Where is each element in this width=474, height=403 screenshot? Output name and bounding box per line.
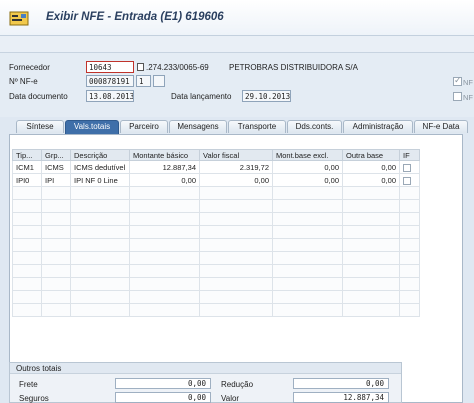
fornecedor-field[interactable]: 10643 <box>86 61 134 73</box>
nf-checkbox-2[interactable] <box>453 92 462 101</box>
if-checkbox[interactable] <box>403 176 411 185</box>
cell-outra-base: 0,00 <box>342 160 400 174</box>
empty-row <box>12 277 420 291</box>
valor-label: Valor <box>221 394 240 403</box>
nfe-label: Nº NF-e <box>9 77 38 86</box>
document-header: Fornecedor 10643 .274.233/0065-69 PETROB… <box>0 53 474 117</box>
window-title: Exibir NFE - Entrada (E1) 619606 <box>46 11 224 23</box>
col-header-montante-basico[interactable]: Montante básico <box>129 149 200 161</box>
nf-checkbox-1[interactable] <box>453 75 462 86</box>
empty-row <box>12 199 420 213</box>
col-header-tipo[interactable]: Tip... <box>12 149 42 161</box>
outros-totais-title: Outros totais <box>10 363 401 374</box>
empty-row <box>12 251 420 265</box>
col-header-if[interactable]: IF <box>399 149 420 161</box>
tab-parceiro[interactable]: Parceiro <box>120 120 168 133</box>
toolbar <box>0 36 474 53</box>
col-header-outra-base[interactable]: Outra base <box>342 149 400 161</box>
cell-descricao: IPI NF 0 Line <box>70 173 130 187</box>
cell-if <box>399 173 420 187</box>
cell-montante-basico: 0,00 <box>129 173 200 187</box>
data-documento-field[interactable]: 13.08.2013 <box>86 90 134 102</box>
cell-mont-base-excl: 0,00 <box>272 173 343 187</box>
cell-tipo: ICM1 <box>12 160 42 174</box>
col-header-grupo[interactable]: Grp... <box>41 149 71 161</box>
cell-grupo: ICMS <box>41 160 71 174</box>
nf-checkbox-1-label: NF <box>463 78 473 87</box>
title-bar: Exibir NFE - Entrada (E1) 619606 <box>0 0 474 36</box>
cell-if <box>399 160 420 174</box>
table-header-row: Tip... Grp... Descrição Montante básico … <box>12 149 420 161</box>
empty-row <box>12 186 420 200</box>
tab-sintese[interactable]: Síntese <box>16 120 64 133</box>
cell-montante-basico: 12.887,34 <box>129 160 200 174</box>
seguros-field[interactable]: 0,00 <box>115 392 211 403</box>
cell-valor-fiscal: 0,00 <box>199 173 273 187</box>
empty-row <box>12 238 420 252</box>
table-row[interactable]: ICM1 ICMS ICMS dedutível 12.887,34 2.319… <box>12 160 420 174</box>
cell-grupo: IPI <box>41 173 71 187</box>
tab-strip: Síntese Vals.totais Parceiro Mensagens T… <box>16 120 468 134</box>
cell-descricao: ICMS dedutível <box>70 160 130 174</box>
data-documento-label: Data documento <box>9 92 68 101</box>
nfe-serie-field[interactable]: 1 <box>136 75 151 87</box>
valor-field[interactable]: 12.887,34 <box>293 392 389 403</box>
if-checkbox[interactable] <box>403 163 411 172</box>
tax-table: Tip... Grp... Descrição Montante básico … <box>12 149 420 317</box>
nfe-subserie-field[interactable] <box>153 75 165 87</box>
col-header-descricao[interactable]: Descrição <box>70 149 130 161</box>
frete-field[interactable]: 0,00 <box>115 378 211 389</box>
seguros-label: Seguros <box>19 394 49 403</box>
empty-row <box>12 264 420 278</box>
data-lancamento-label: Data lançamento <box>171 92 232 101</box>
supplier-name: PETROBRAS DISTRIBUIDORA S/A <box>229 63 358 72</box>
col-header-mont-base-excl[interactable]: Mont.base excl. <box>272 149 343 161</box>
nfe-number-field[interactable]: 000878191 <box>86 75 134 87</box>
empty-row <box>12 290 420 304</box>
tab-transporte[interactable]: Transporte <box>228 120 286 133</box>
empty-row <box>12 212 420 226</box>
cnpj-value: .274.233/0065-69 <box>146 63 209 72</box>
col-header-valor-fiscal[interactable]: Valor fiscal <box>199 149 273 161</box>
reducao-field[interactable]: 0,00 <box>293 378 389 389</box>
cell-valor-fiscal: 2.319,72 <box>199 160 273 174</box>
cell-outra-base: 0,00 <box>342 173 400 187</box>
nf-checkbox-2-label: NF <box>463 93 473 102</box>
empty-row <box>12 225 420 239</box>
reducao-label: Redução <box>221 380 254 389</box>
tab-nfe-data[interactable]: NF-e Data <box>414 120 468 133</box>
table-row[interactable]: IPI0 IPI IPI NF 0 Line 0,00 0,00 0,00 0,… <box>12 173 420 187</box>
app-menu-icon[interactable] <box>9 10 29 26</box>
cell-mont-base-excl: 0,00 <box>272 160 343 174</box>
frete-label: Frete <box>19 380 38 389</box>
fornecedor-label: Fornecedor <box>9 63 50 72</box>
empty-row <box>12 303 420 317</box>
tab-administracao[interactable]: Administração <box>343 120 413 133</box>
data-lancamento-field[interactable]: 29.10.2013 <box>242 90 291 102</box>
tab-dds-conts[interactable]: Dds.conts. <box>287 120 342 133</box>
tab-mensagens[interactable]: Mensagens <box>169 120 227 133</box>
search-help-icon[interactable] <box>137 63 144 71</box>
outros-totais-group: Outros totais Frete 0,00 Redução 0,00 Se… <box>9 362 402 403</box>
cell-tipo: IPI0 <box>12 173 42 187</box>
tab-vals-totais[interactable]: Vals.totais <box>65 120 119 134</box>
